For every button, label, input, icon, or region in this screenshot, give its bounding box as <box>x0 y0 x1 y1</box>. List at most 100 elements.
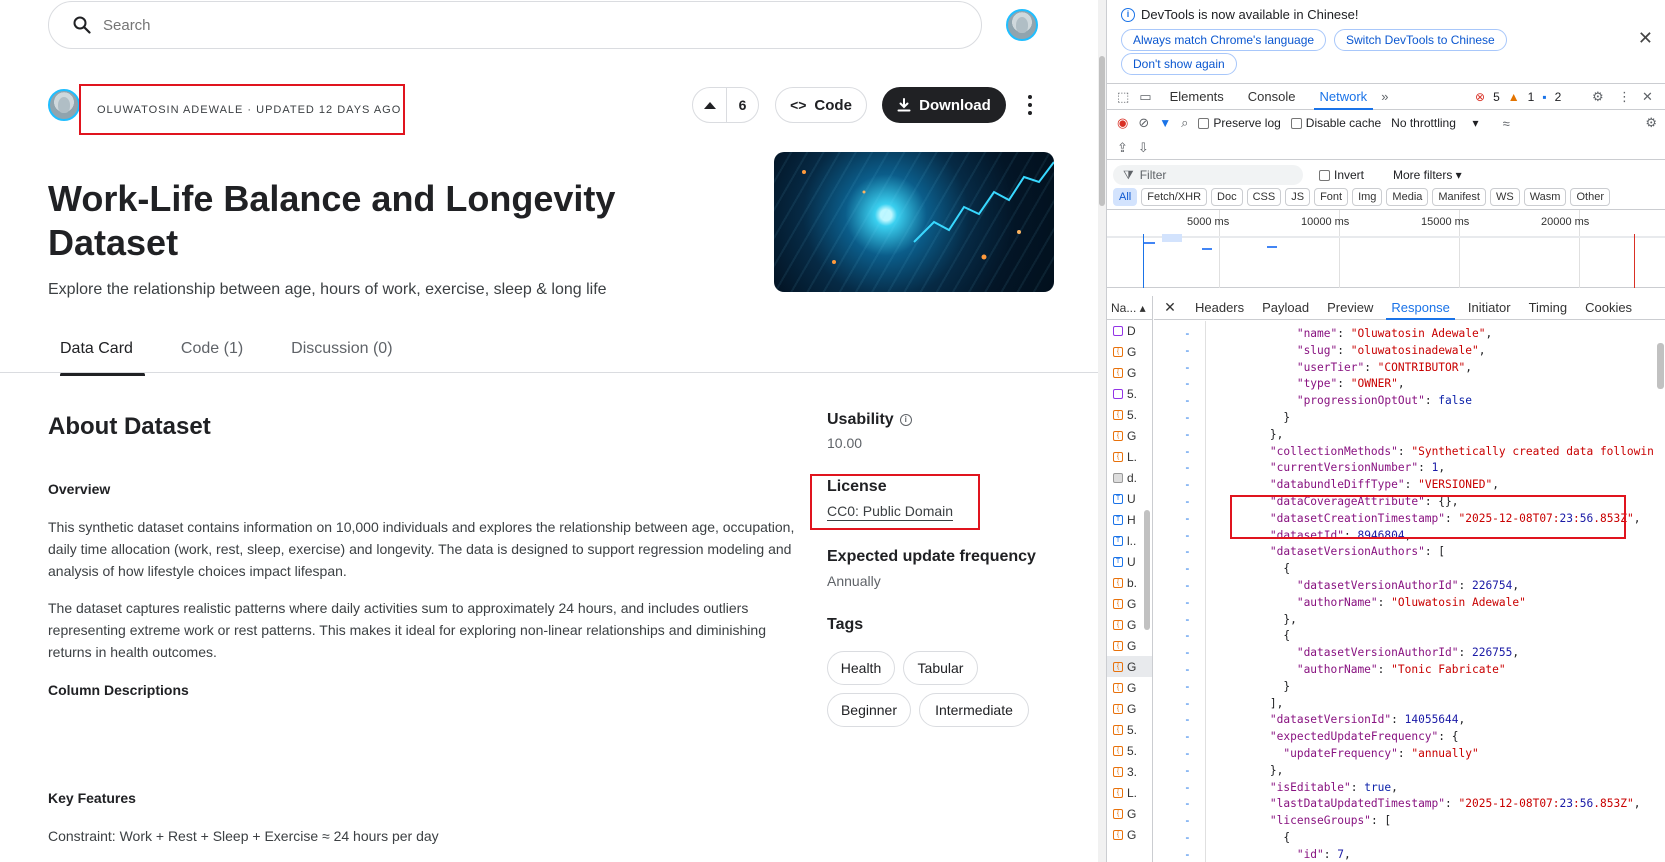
disable-cache-checkbox[interactable]: Disable cache <box>1290 116 1382 130</box>
more-tabs-icon[interactable]: » <box>1381 89 1388 104</box>
tag-chip-beginner[interactable]: Beginner <box>827 693 911 727</box>
tabs-divider <box>0 372 1098 373</box>
line-marker: - <box>1184 679 1191 693</box>
tab-network[interactable]: Network <box>1308 84 1380 110</box>
inspect-element-icon[interactable]: ⬚ <box>1117 89 1129 105</box>
owner-avatar[interactable] <box>48 89 80 121</box>
message-count: 2 <box>1554 90 1562 104</box>
tab-headers[interactable]: Headers <box>1186 296 1253 320</box>
device-toolbar-icon[interactable]: ▭ <box>1139 89 1151 105</box>
line-marker: - <box>1184 579 1191 592</box>
tag-chip-tabular[interactable]: Tabular <box>903 651 978 685</box>
tab-cookies[interactable]: Cookies <box>1576 296 1641 320</box>
close-icon[interactable]: ✕ <box>1638 28 1653 49</box>
script-type-icon: { <box>1113 787 1123 798</box>
search-icon[interactable]: ⌕ <box>1181 115 1188 131</box>
tab-elements[interactable]: Elements <box>1158 84 1236 110</box>
type-filter-manifest[interactable]: Manifest <box>1432 188 1486 206</box>
type-filter-fetch-xhr[interactable]: Fetch/XHR <box>1141 188 1208 206</box>
infobar-message: i DevTools is now available in Chinese! <box>1121 7 1359 22</box>
request-name: G <box>1127 806 1137 821</box>
page-title: Work-Life Balance and Longevity Dataset <box>48 178 616 263</box>
tag-chip-health[interactable]: Health <box>827 651 895 685</box>
tab-discussion[interactable]: Discussion (0) <box>279 330 404 376</box>
response-scrollbar[interactable] <box>1654 321 1665 862</box>
invert-label: Invert <box>1334 168 1365 182</box>
upvote-button[interactable] <box>693 88 727 122</box>
request-name: 3. <box>1127 764 1138 779</box>
devtools-menu-icon[interactable]: ⋮ <box>1618 89 1631 105</box>
upvote-widget[interactable]: 6 <box>692 87 759 123</box>
preserve-log-checkbox[interactable]: Preserve log <box>1198 116 1281 130</box>
request-name: L. <box>1127 785 1138 800</box>
type-filter-js[interactable]: JS <box>1285 188 1311 206</box>
type-filter-img[interactable]: Img <box>1352 188 1383 206</box>
filter-input[interactable]: ⧩ Filter <box>1113 165 1303 185</box>
filter-funnel-icon[interactable]: ▼ <box>1159 116 1171 130</box>
export-har-icon[interactable]: ⇩ <box>1138 140 1149 156</box>
script-type-icon: { <box>1113 577 1123 588</box>
line-marker: - <box>1184 461 1191 475</box>
request-list-scrollbar[interactable] <box>1143 320 1151 862</box>
clear-icon[interactable]: ⊘ <box>1138 115 1149 131</box>
line-marker: - <box>1184 360 1191 374</box>
tab-code[interactable]: Code (1) <box>169 330 255 376</box>
user-avatar[interactable] <box>1006 9 1038 41</box>
always-match-language-button[interactable]: Always match Chrome's language <box>1121 29 1327 51</box>
message-icon: ▪ <box>1542 90 1547 104</box>
timeline-label-5000: 5000 ms <box>1187 216 1230 228</box>
network-settings-icon[interactable]: ⚙ <box>1645 115 1657 131</box>
search-input[interactable] <box>103 16 903 34</box>
throttling-select[interactable]: No throttling ▾ <box>1391 116 1478 130</box>
search-bar[interactable] <box>48 1 982 49</box>
info-icon[interactable]: i <box>899 413 912 426</box>
network-conditions-icon[interactable]: ≈ <box>1503 116 1510 131</box>
issue-counters[interactable]: ⊗ 5 ▲ 1 ▪ 2 <box>1475 90 1561 104</box>
tab-timing[interactable]: Timing <box>1520 296 1577 320</box>
type-filter-doc[interactable]: Doc <box>1211 188 1243 206</box>
network-timeline-overview[interactable]: 5000 ms 10000 ms 15000 ms 20000 ms <box>1107 210 1665 288</box>
search-icon <box>73 16 91 34</box>
tab-preview[interactable]: Preview <box>1318 296 1382 320</box>
type-filter-media[interactable]: Media <box>1386 188 1429 206</box>
response-line-text: "userTier": "CONTRIBUTOR", <box>1296 360 1472 374</box>
import-har-icon[interactable]: ⇪ <box>1117 140 1128 156</box>
more-filters-dropdown[interactable]: More filters ▾ <box>1393 168 1462 182</box>
download-button[interactable]: Download <box>882 87 1006 123</box>
license-link[interactable]: CC0: Public Domain <box>827 503 954 521</box>
settings-gear-icon[interactable]: ⚙ <box>1592 89 1604 105</box>
type-filter-css[interactable]: CSS <box>1246 188 1282 206</box>
type-filter-font[interactable]: Font <box>1314 188 1349 206</box>
tab-payload[interactable]: Payload <box>1253 296 1318 320</box>
response-line: - "type": "OWNER", <box>1154 377 1665 394</box>
tab-data-card[interactable]: Data Card <box>48 330 145 376</box>
warning-icon: ▲ <box>1507 90 1520 104</box>
code-button[interactable]: <> Code <box>775 87 867 123</box>
response-line: - "name": "Oluwatosin Adewale", <box>1154 327 1665 344</box>
name-column-header[interactable]: Na... ▴ <box>1107 296 1152 320</box>
document-type-icon: T <box>1113 514 1123 525</box>
image-type-icon <box>1113 388 1123 399</box>
line-marker: - <box>1184 747 1191 760</box>
type-filter-other[interactable]: Other <box>1570 188 1610 206</box>
record-stop-icon[interactable]: ◉ <box>1117 115 1128 131</box>
switch-to-chinese-button[interactable]: Switch DevTools to Chinese <box>1334 29 1507 51</box>
type-filter-all[interactable]: All <box>1113 188 1138 206</box>
invert-checkbox[interactable]: Invert <box>1319 168 1364 182</box>
disable-cache-label: Disable cache <box>1305 116 1382 130</box>
tag-chip-intermediate[interactable]: Intermediate <box>919 693 1029 727</box>
tab-response[interactable]: Response <box>1382 296 1459 320</box>
close-devtools-icon[interactable]: ✕ <box>1642 89 1653 105</box>
more-options-icon[interactable] <box>1024 93 1036 117</box>
request-name: 5. <box>1127 386 1138 401</box>
dont-show-again-button[interactable]: Don't show again <box>1121 53 1237 75</box>
page-scrollbar[interactable] <box>1098 0 1106 862</box>
close-icon[interactable]: ✕ <box>1154 299 1186 316</box>
tab-console[interactable]: Console <box>1236 84 1308 110</box>
tab-initiator[interactable]: Initiator <box>1459 296 1520 320</box>
request-name: G <box>1127 344 1137 359</box>
type-filter-ws[interactable]: WS <box>1489 188 1520 206</box>
type-filter-wasm[interactable]: Wasm <box>1523 188 1567 206</box>
name-column-header-text: Na... <box>1111 301 1137 315</box>
caret-up-icon <box>703 101 716 109</box>
